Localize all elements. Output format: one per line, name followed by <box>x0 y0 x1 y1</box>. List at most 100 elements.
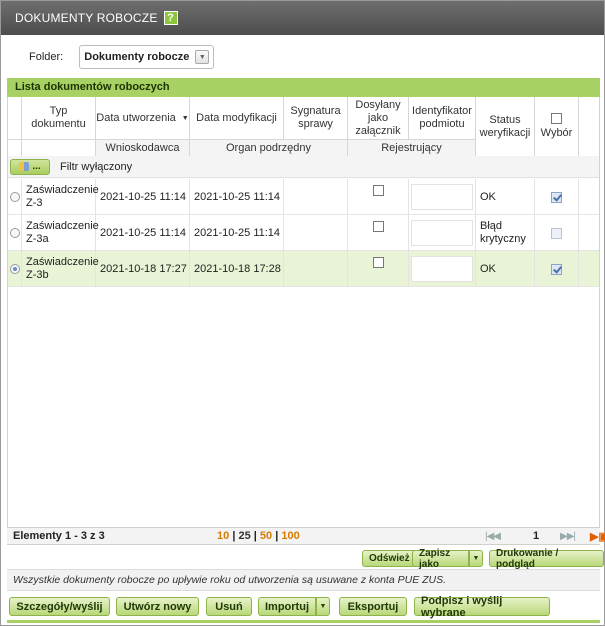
page-size-separator: | <box>253 530 257 542</box>
attachment-checkbox[interactable] <box>372 221 384 232</box>
subject-id-field[interactable] <box>411 256 473 282</box>
cell-radio <box>8 179 22 215</box>
row-radio[interactable] <box>9 228 20 238</box>
export-button[interactable]: Eksportuj <box>339 597 407 616</box>
cell-attachment <box>348 179 409 215</box>
table-row[interactable]: Zaświadczenie Z-3b 2021-10-18 17:27 2021-1… <box>8 251 599 287</box>
column-header-select-label: Wybór <box>540 127 573 139</box>
column-header-attachment[interactable]: Dosyłany jako załącznik <box>348 97 409 140</box>
header-radio-spacer <box>8 97 22 140</box>
cell-modified: 2021-10-25 11:14 <box>190 179 284 215</box>
table-row[interactable]: Zaświadczenie Z-3 2021-10-25 11:14 2021-10… <box>8 179 599 215</box>
first-prev-page-icon[interactable]: |◀◀ <box>485 531 501 542</box>
attachment-checkbox[interactable] <box>372 257 384 268</box>
print-preview-button[interactable]: Drukowanie / podgląd <box>489 548 604 570</box>
page-size-25[interactable]: 25 <box>238 530 250 542</box>
page-size-options: 10 | 25 | 50 | 100 <box>217 530 300 542</box>
help-icon[interactable]: ? <box>163 11 178 25</box>
window-title: DOKUMENTY ROBOCZE <box>15 11 158 25</box>
cell-created-text: 2021-10-25 11:14 <box>100 191 187 203</box>
column-header-signature[interactable]: Sygnatura sprawy <box>284 97 348 140</box>
filter-status: Filtr wyłączony <box>60 160 133 173</box>
cell-signature <box>284 179 348 215</box>
table-row[interactable]: Zaświadczenie Z-3a 2021-10-25 11:14 2021-1… <box>8 215 599 251</box>
column-header-created-label: Data utworzenia <box>96 111 176 124</box>
column-header-modified[interactable]: Data modyfikacji <box>190 97 284 140</box>
window-title-bar: DOKUMENTY ROBOCZE ? <box>1 1 604 35</box>
cell-selected <box>535 215 579 251</box>
column-header-created[interactable]: Data utworzenia ▼ <box>96 97 190 140</box>
details-send-button[interactable]: Szczegóły/wyślij <box>9 597 110 616</box>
cell-created: 2021-10-25 11:14 <box>96 179 190 215</box>
chevron-down-icon[interactable]: ▼ <box>195 50 210 64</box>
folder-select[interactable]: Dokumenty robocze ▼ <box>79 45 215 69</box>
cell-status-text: OK <box>480 262 496 275</box>
subject-id-field[interactable] <box>411 220 473 246</box>
column-header-subject-id[interactable]: Identyfikator podmiotu <box>409 97 476 140</box>
page-size-10[interactable]: 10 <box>217 530 229 542</box>
cell-radio <box>8 215 22 251</box>
window: DOKUMENTY ROBOCZE ? Folder: Dokumenty ro… <box>0 0 605 626</box>
cell-modified-text: 2021-10-25 11:14 <box>194 191 281 203</box>
next-last-page-icon[interactable]: ▶▶| <box>560 531 576 542</box>
cell-selected <box>535 251 579 287</box>
pager-count: Elementy 1 - 3 z 3 <box>13 530 105 542</box>
subheader-empty <box>22 140 96 157</box>
row-radio[interactable] <box>9 264 20 274</box>
page-size-100[interactable]: 100 <box>281 530 299 542</box>
import-dropdown-icon[interactable]: ▼ <box>316 597 330 616</box>
cell-modified: 2021-10-18 17:28 <box>190 251 284 287</box>
select-checkbox[interactable] <box>551 227 562 239</box>
page-size-50[interactable]: 50 <box>260 530 272 542</box>
cell-subject-id <box>409 251 476 287</box>
cell-type-text: Zaświadczenie Z-3b <box>26 256 99 281</box>
cell-selected <box>535 179 579 215</box>
save-as-dropdown-icon[interactable]: ▼ <box>469 550 483 567</box>
column-header-status[interactable]: Status weryfikacji <box>476 97 535 156</box>
subject-id-field[interactable] <box>411 184 473 210</box>
refresh-button[interactable]: Odśwież <box>362 550 417 567</box>
subheader-registering[interactable]: Rejestrujący <box>348 140 476 157</box>
cell-modified-text: 2021-10-25 11:14 <box>194 227 281 239</box>
cell-modified: 2021-10-25 11:14 <box>190 215 284 251</box>
cell-radio <box>8 251 22 287</box>
cell-type: Zaświadczenie Z-3a <box>22 215 99 251</box>
subheader-subordinate[interactable]: Organ podrzędny <box>190 140 348 157</box>
select-all-checkbox[interactable] <box>551 113 562 124</box>
cell-created-text: 2021-10-25 11:14 <box>100 227 187 239</box>
subheader-applicant[interactable]: Wnioskodawca <box>96 140 190 157</box>
cell-status: Błąd krytyczny <box>476 215 535 251</box>
sign-send-selected-button[interactable]: Podpisz i wyślij wybrane <box>414 595 550 619</box>
cell-attachment <box>348 251 409 287</box>
cell-created: 2021-10-25 11:14 <box>96 215 190 251</box>
cell-subject-id <box>409 179 476 215</box>
delete-button[interactable]: Usuń <box>206 597 252 616</box>
save-as-button[interactable]: Zapisz jako <box>412 548 469 570</box>
cell-created-text: 2021-10-18 17:27 <box>100 263 187 275</box>
cell-type-text: Zaświadczenie Z-3 <box>26 184 99 209</box>
cell-attachment <box>348 215 409 251</box>
filter-button-label: ... <box>32 161 41 172</box>
folder-label: Folder: <box>29 51 64 63</box>
cell-type: Zaświadczenie Z-3 <box>22 179 99 215</box>
bottom-accent-line <box>7 620 600 623</box>
column-header-select[interactable]: Wybór <box>535 97 579 156</box>
select-checkbox[interactable] <box>551 191 562 203</box>
cell-signature <box>284 251 348 287</box>
import-button[interactable]: Importuj <box>258 597 316 616</box>
attachment-checkbox[interactable] <box>372 185 384 196</box>
row-radio[interactable] <box>9 192 20 202</box>
cell-type-text: Zaświadczenie Z-3a <box>26 220 99 245</box>
cell-type: Zaświadczenie Z-3b <box>22 251 99 287</box>
folder-row: Folder: Dokumenty robocze ▼ <box>29 45 215 69</box>
create-new-button[interactable]: Utwórz nowy <box>116 597 199 616</box>
export-icon[interactable]: ▶▣ <box>590 530 605 543</box>
column-header-type[interactable]: Typ dokumentu <box>22 97 96 140</box>
page-size-separator: | <box>232 530 236 542</box>
filter-button[interactable]: ... <box>10 158 50 175</box>
subheader-spacer <box>8 140 22 157</box>
select-checkbox[interactable] <box>551 263 562 275</box>
sort-desc-icon: ▼ <box>181 114 189 122</box>
cell-signature <box>284 215 348 251</box>
pager: Elementy 1 - 3 z 3 10 | 25 | 50 | 100 |◀… <box>7 527 605 545</box>
